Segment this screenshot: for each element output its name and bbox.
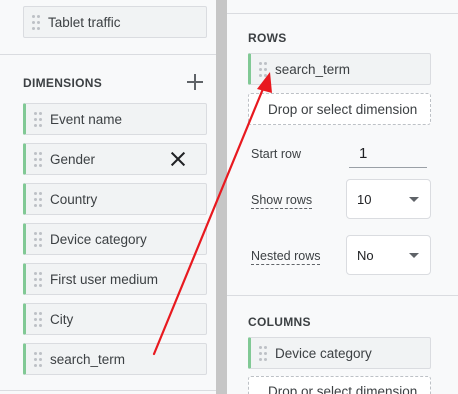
row-chip-search-term[interactable]: search_term	[248, 53, 431, 85]
start-row-input[interactable]: 1	[349, 140, 427, 168]
chip-label: First user medium	[50, 271, 159, 287]
column-chip-device-category[interactable]: Device category	[248, 337, 431, 369]
chip-label: Device category	[275, 345, 372, 361]
columns-drop-zone[interactable]: Drop or select dimension	[248, 376, 431, 394]
show-rows-label: Show rows	[251, 193, 313, 209]
dimension-chip-device-category[interactable]: Device category	[23, 223, 207, 255]
chip-label: Event name	[50, 111, 123, 127]
drag-handle-icon[interactable]	[34, 311, 42, 327]
drag-handle-icon[interactable]	[32, 14, 40, 30]
start-row-label: Start row	[251, 147, 302, 161]
drag-handle-icon[interactable]	[34, 271, 42, 287]
rows-drop-zone[interactable]: Drop or select dimension	[248, 93, 431, 125]
chip-label: search_term	[275, 61, 351, 77]
drag-handle-icon[interactable]	[34, 151, 42, 167]
section-divider	[227, 13, 458, 14]
remove-icon[interactable]	[170, 151, 186, 167]
drag-handle-icon[interactable]	[259, 61, 267, 77]
drag-handle-icon[interactable]	[34, 191, 42, 207]
dropdown-caret-icon	[409, 253, 419, 258]
section-divider	[0, 54, 216, 55]
rows-title: ROWS	[248, 31, 287, 45]
drag-handle-icon[interactable]	[34, 231, 42, 247]
drag-handle-icon[interactable]	[34, 351, 42, 367]
show-rows-value: 10	[357, 191, 372, 207]
chip-label: City	[50, 311, 74, 327]
nested-rows-select[interactable]: No	[346, 235, 431, 275]
metric-chip-tablet-traffic[interactable]: Tablet traffic	[23, 6, 207, 38]
dimension-chip-first-user-medium[interactable]: First user medium	[23, 263, 207, 295]
columns-title: COLUMNS	[248, 315, 311, 329]
drag-handle-icon[interactable]	[259, 345, 267, 361]
dimension-chip-country[interactable]: Country	[23, 183, 207, 215]
dropdown-caret-icon	[409, 197, 419, 202]
chip-label: Device category	[50, 231, 147, 247]
dimensions-title: DIMENSIONS	[23, 76, 103, 90]
variables-panel: Tablet traffic DIMENSIONS Event name Gen…	[0, 0, 216, 394]
chip-label: Country	[50, 191, 98, 207]
drag-handle-icon[interactable]	[34, 111, 42, 127]
chip-label: Tablet traffic	[48, 14, 121, 30]
show-rows-select[interactable]: 10	[346, 179, 431, 219]
dimension-chip-city[interactable]: City	[23, 303, 207, 335]
chip-label: Gender	[50, 151, 96, 167]
dimension-chip-event-name[interactable]: Event name	[23, 103, 207, 135]
add-dimension-icon[interactable]	[186, 73, 204, 91]
chip-label: search_term	[50, 351, 126, 367]
panel-resize-handle[interactable]	[216, 0, 227, 394]
section-divider	[0, 390, 216, 391]
dimension-chip-search-term[interactable]: search_term	[23, 343, 207, 375]
nested-rows-value: No	[357, 247, 374, 263]
section-divider	[227, 295, 458, 296]
dimension-chip-gender[interactable]: Gender	[23, 143, 207, 175]
nested-rows-label: Nested rows	[251, 249, 321, 265]
